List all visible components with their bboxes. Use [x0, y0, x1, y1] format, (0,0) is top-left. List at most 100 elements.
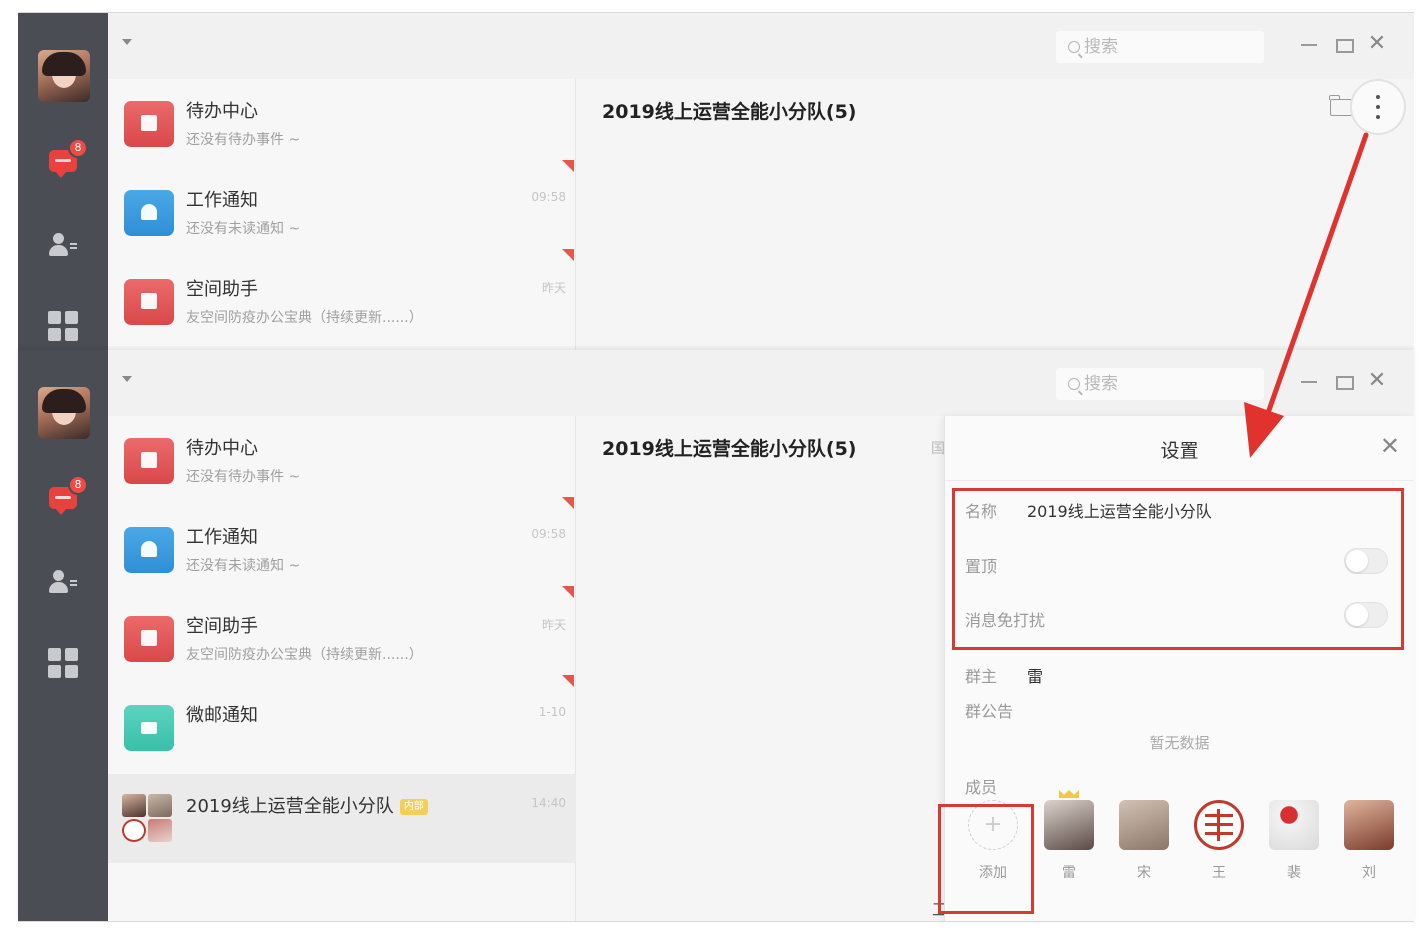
member-item[interactable]: 雷: [1039, 790, 1099, 882]
app-window-bottom: 8 搜索 ✕ 待办中心 还没有待办事件 ~ 工作通知 还没有未读通知 ~ 09:…: [18, 350, 1414, 922]
conversation-item[interactable]: 工作通知 还没有未读通知 ~ 09:58: [108, 497, 576, 594]
todo-center-icon: [124, 101, 174, 147]
notice-label: 群公告: [965, 702, 1014, 721]
member-item[interactable]: 刘: [1339, 800, 1399, 882]
dropdown-caret-icon[interactable]: [122, 376, 132, 382]
divider: [945, 480, 1414, 481]
conversation-item[interactable]: 工作通知 还没有未读通知 ~ 09:58: [108, 160, 576, 257]
chat-title: 2019线上运营全能小分队(5): [602, 101, 857, 123]
more-options-button[interactable]: [1352, 81, 1404, 133]
pin-flag-icon: [562, 249, 574, 261]
pin-label: 置顶: [965, 557, 998, 576]
conversation-item[interactable]: 待办中心 还没有待办事件 ~: [108, 416, 576, 505]
folder-icon[interactable]: [1329, 95, 1352, 116]
chat-edge-text: 国: [931, 441, 945, 457]
search-input[interactable]: 搜索: [1056, 31, 1264, 63]
chat-pane: 2019线上运营全能小分队(5): [576, 79, 1414, 350]
owner-label: 群主: [965, 667, 998, 686]
pin-flag-icon: [562, 160, 574, 172]
conversation-preview: 还没有待办事件 ~: [186, 132, 301, 148]
search-icon: [1068, 41, 1080, 53]
messages-icon[interactable]: 8: [46, 138, 88, 178]
mute-label: 消息免打扰: [965, 611, 1046, 630]
conversation-title: 待办中心: [186, 438, 258, 459]
name-label: 名称: [965, 502, 998, 521]
apps-grid-icon[interactable]: [46, 648, 80, 678]
messages-icon[interactable]: 8: [46, 475, 88, 515]
maximize-button[interactable]: [1332, 370, 1354, 392]
conversation-preview: 友空间防疫办公宝典（持续更新......）: [186, 310, 423, 326]
pin-flag-icon: [562, 497, 574, 509]
dropdown-caret-icon[interactable]: [122, 39, 132, 45]
space-assistant-icon: [124, 279, 174, 325]
conversation-item[interactable]: 微邮通知 1-10: [108, 675, 576, 772]
notice-empty-text: 暂无数据: [1149, 734, 1210, 752]
minimize-button[interactable]: [1298, 370, 1320, 392]
member-avatar: [1194, 800, 1244, 850]
member-item[interactable]: 裴: [1264, 800, 1324, 882]
contacts-icon[interactable]: [46, 231, 80, 261]
conversation-title: 2019线上运营全能小分队 内部: [186, 792, 428, 818]
member-avatar: [1044, 800, 1094, 850]
member-avatar: [1119, 800, 1169, 850]
work-notice-icon: [124, 190, 174, 236]
crown-icon: [1059, 790, 1079, 798]
apps-grid-icon[interactable]: [46, 311, 80, 341]
user-avatar[interactable]: [38, 387, 90, 439]
conversation-list: 待办中心 还没有待办事件 ~ 工作通知 还没有未读通知 ~ 09:58 空间助手…: [108, 79, 576, 350]
conversation-preview: 友空间防疫办公宝典（持续更新......）: [186, 647, 423, 663]
conversation-list: 待办中心 还没有待办事件 ~ 工作通知 还没有未读通知 ~ 09:58 空间助手…: [108, 416, 576, 921]
conversation-time: 14:40: [531, 796, 566, 810]
conversation-item[interactable]: 待办中心 还没有待办事件 ~: [108, 79, 576, 168]
member-avatar: [1344, 800, 1394, 850]
maximize-button[interactable]: [1332, 33, 1354, 55]
close-button[interactable]: ✕: [1366, 33, 1388, 55]
conversation-item[interactable]: 空间助手 友空间防疫办公宝典（持续更新......） 昨天: [108, 249, 576, 346]
settings-panel: 设置 ✕ 名称 2019线上运营全能小分队 置顶 消息免打扰 群主 雷 群公告 …: [944, 416, 1414, 921]
title-bar: 搜索 ✕: [108, 13, 1414, 79]
space-assistant-icon: [124, 616, 174, 662]
conversation-preview: 还没有未读通知 ~: [186, 221, 301, 237]
mail-notice-icon: [124, 705, 174, 751]
settings-title: 设置: [1160, 440, 1199, 462]
pin-toggle[interactable]: [1344, 548, 1388, 574]
title-bar: 搜索 ✕: [108, 350, 1414, 416]
member-avatar: [1269, 800, 1319, 850]
contacts-icon[interactable]: [46, 568, 80, 598]
conversation-preview: 还没有未读通知 ~: [186, 558, 301, 574]
user-avatar[interactable]: [38, 50, 90, 102]
conversation-time: 09:58: [531, 190, 566, 204]
members-label: 成员: [965, 778, 998, 797]
add-member-button[interactable]: + 添加: [963, 800, 1023, 882]
pin-flag-icon: [562, 675, 574, 687]
close-settings-button[interactable]: ✕: [1380, 434, 1400, 458]
conversation-title: 空间助手: [186, 616, 258, 637]
conversation-title: 工作通知: [186, 190, 258, 211]
conversation-title: 待办中心: [186, 101, 258, 122]
sidebar: 8: [18, 13, 108, 350]
conversation-time: 1-10: [538, 705, 566, 719]
conversation-time: 昨天: [541, 281, 566, 295]
mute-toggle[interactable]: [1344, 602, 1388, 628]
minimize-button[interactable]: [1298, 33, 1320, 55]
conversation-item[interactable]: 空间助手 友空间防疫办公宝典（持续更新......） 昨天: [108, 586, 576, 683]
conversation-preview: 还没有待办事件 ~: [186, 469, 301, 485]
conversation-time: 09:58: [531, 527, 566, 541]
chat-title: 2019线上运营全能小分队(5): [602, 438, 857, 460]
search-input[interactable]: 搜索: [1056, 368, 1264, 400]
member-item[interactable]: 王: [1189, 800, 1249, 882]
owner-value: 雷: [1027, 667, 1044, 686]
unread-badge: 8: [68, 475, 88, 495]
group-name-value[interactable]: 2019线上运营全能小分队: [1027, 498, 1212, 522]
app-window-top: 8 搜索 ✕ 待办中心 还没有待办事件 ~ 工作通知 还没有未读通知 ~ 09:…: [18, 12, 1414, 350]
sidebar: 8: [18, 350, 108, 921]
todo-center-icon: [124, 438, 174, 484]
conversation-item[interactable]: 2019线上运营全能小分队 内部 14:40: [108, 774, 576, 863]
work-notice-icon: [124, 527, 174, 573]
member-item[interactable]: 宋: [1114, 800, 1174, 882]
close-button[interactable]: ✕: [1366, 370, 1388, 392]
pin-flag-icon: [562, 586, 574, 598]
search-icon: [1068, 378, 1080, 390]
conversation-title: 工作通知: [186, 527, 258, 548]
conversation-title: 微邮通知: [186, 705, 258, 726]
